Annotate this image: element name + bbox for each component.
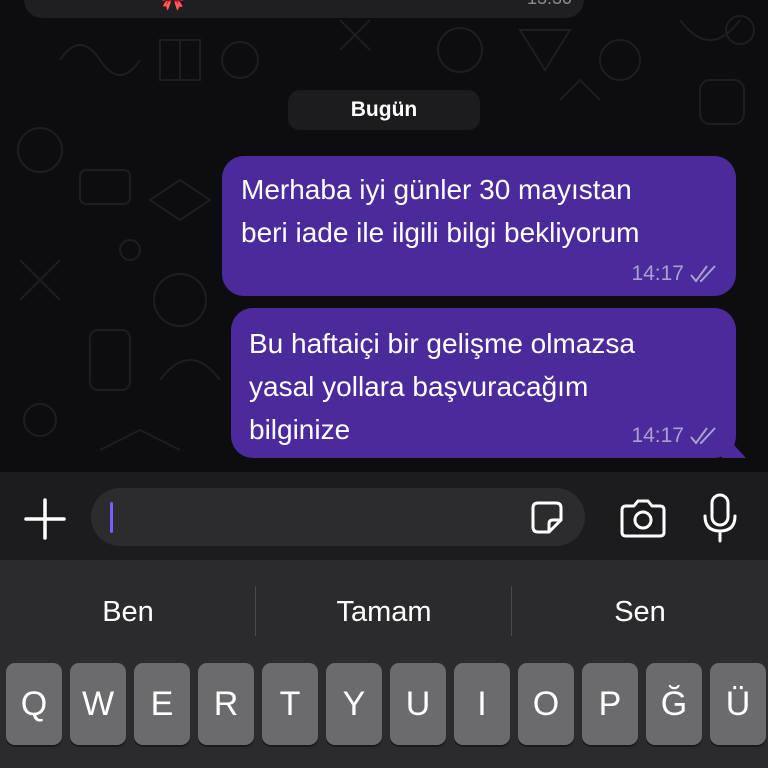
camera-icon[interactable] [618,498,668,538]
outgoing-message[interactable]: Merhaba iyi günler 30 mayıstan beri iade… [222,156,736,296]
key-t[interactable]: T [262,663,318,745]
bubble-tail [722,432,746,458]
microphone-icon[interactable] [700,492,740,544]
key-q[interactable]: Q [6,663,62,745]
key-y[interactable]: Y [326,663,382,745]
key-g-breve[interactable]: Ğ [646,663,702,745]
message-list[interactable]: 🎀 13:30 Bugün Merhaba iyi günler 30 mayı… [0,0,768,472]
message-input[interactable] [91,488,585,546]
chat-screen: 🎀 13:30 Bugün Merhaba iyi günler 30 mayı… [0,0,768,768]
date-divider: Bugün [288,90,480,130]
key-i[interactable]: I [454,663,510,745]
suggestion-ben[interactable]: Ben [0,588,256,636]
message-text: Merhaba iyi günler 30 mayıstan beri iade… [241,174,640,248]
message-meta: 14:17 [631,262,718,286]
double-check-icon [690,265,716,283]
key-w[interactable]: W [70,663,126,745]
key-o[interactable]: O [518,663,574,745]
key-u-umlaut[interactable]: Ü [710,663,766,745]
suggestion-tamam[interactable]: Tamam [256,588,512,636]
key-e[interactable]: E [134,663,190,745]
key-r[interactable]: R [198,663,254,745]
outgoing-message[interactable]: Bu haftaiçi bir gelişme olmazsa yasal yo… [231,308,736,458]
ribbon-emoji: 🎀 [160,0,185,12]
previous-message-bubble[interactable] [24,0,584,18]
message-time: 14:17 [631,424,684,447]
text-caret [110,502,113,533]
key-u[interactable]: U [390,663,446,745]
composer-bar [0,472,768,560]
sticker-icon[interactable] [527,498,567,538]
key-p[interactable]: P [582,663,638,745]
message-meta: 14:17 [631,424,718,448]
suggestion-sen[interactable]: Sen [512,588,768,636]
plus-icon[interactable] [22,496,68,542]
message-time: 14:17 [631,262,684,285]
double-check-icon [690,427,716,445]
suggestion-bar: Ben Tamam Sen [0,560,768,660]
keyboard: Ben Tamam Sen Q W E R T Y U I O P Ğ Ü [0,560,768,768]
previous-message-time: 13:30 [527,0,572,9]
